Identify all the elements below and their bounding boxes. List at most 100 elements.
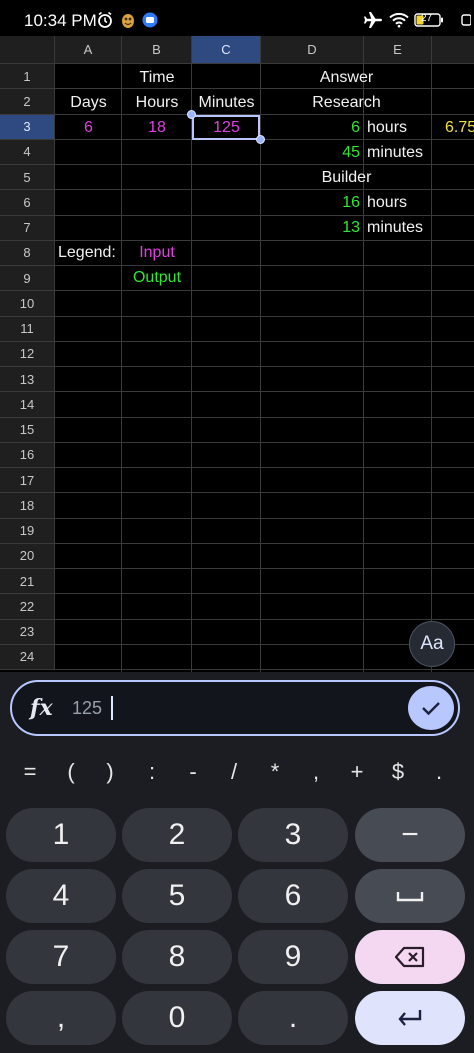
cell-builder-minutes-unit[interactable]: minutes xyxy=(367,215,432,240)
row-gridline xyxy=(55,416,474,418)
column-header-f[interactable] xyxy=(432,36,474,64)
cell-builder-hours-unit[interactable]: hours xyxy=(367,190,432,215)
cell-research-label[interactable]: Research xyxy=(261,90,432,115)
row-header-4[interactable]: 4 xyxy=(0,139,55,165)
key-8[interactable]: 8 xyxy=(122,930,232,984)
key-4[interactable]: 4 xyxy=(6,869,116,923)
key-3[interactable]: 3 xyxy=(238,808,348,862)
status-more-icon xyxy=(458,10,474,30)
spreadsheet-grid[interactable]: A B C D E 1 2 3 4 5 6 7 8 9 10 11 12 13 14 15 16 17 18 19 2… xyxy=(0,36,474,672)
row-header-22[interactable]: 22 xyxy=(0,594,55,620)
row-header-12[interactable]: 12 xyxy=(0,341,55,367)
formula-bar[interactable]: fx 125 xyxy=(10,680,460,736)
cell-answer-header[interactable]: Answer xyxy=(261,65,432,90)
key-0[interactable]: 0 xyxy=(122,991,232,1045)
key-5[interactable]: 5 xyxy=(122,869,232,923)
cell-research-minutes[interactable]: 45 xyxy=(261,140,360,165)
row-header-17[interactable]: 17 xyxy=(0,468,55,494)
row-header-16[interactable]: 16 xyxy=(0,442,55,468)
row-header-20[interactable]: 20 xyxy=(0,543,55,569)
row-header-19[interactable]: 19 xyxy=(0,518,55,544)
enter-icon xyxy=(398,1010,422,1026)
cell-builder-hours[interactable]: 16 xyxy=(261,190,360,215)
symbol-key-open-paren[interactable]: ( xyxy=(54,754,88,790)
row-header-15[interactable]: 15 xyxy=(0,417,55,443)
symbol-key-equals[interactable]: = xyxy=(13,754,47,790)
text-format-button[interactable]: Aa xyxy=(409,621,455,667)
key-7[interactable]: 7 xyxy=(6,930,116,984)
row-header-14[interactable]: 14 xyxy=(0,392,55,418)
cell-legend-output[interactable]: Output xyxy=(122,265,192,290)
cell-builder-label[interactable]: Builder xyxy=(261,165,432,190)
row-header-9[interactable]: 9 xyxy=(0,266,55,292)
row-header-5[interactable]: 5 xyxy=(0,165,55,191)
row-gridline xyxy=(55,340,474,342)
symbol-key-period[interactable]: . xyxy=(422,754,456,790)
row-gridline xyxy=(55,467,474,468)
formula-input[interactable]: 125 xyxy=(72,698,102,719)
row-header-23[interactable]: 23 xyxy=(0,619,55,645)
key-comma[interactable]: , xyxy=(6,991,116,1045)
column-header-c[interactable]: C xyxy=(192,36,261,64)
row-gridline xyxy=(55,593,474,595)
check-icon xyxy=(422,702,440,716)
cell-time-header[interactable]: Time xyxy=(122,65,192,90)
row-header-1[interactable]: 1 xyxy=(0,64,55,90)
row-header-24[interactable]: 24 xyxy=(0,644,55,670)
key-enter[interactable] xyxy=(355,991,465,1045)
symbol-key-asterisk[interactable]: * xyxy=(258,754,292,790)
row-header-21[interactable]: 21 xyxy=(0,569,55,595)
symbol-key-close-paren[interactable]: ) xyxy=(93,754,127,790)
row-gridline xyxy=(55,618,474,620)
cell-builder-minutes[interactable]: 13 xyxy=(261,215,360,240)
row-header-6[interactable]: 6 xyxy=(0,190,55,216)
cell-research-hours[interactable]: 6 xyxy=(261,115,360,140)
notification-app-icon xyxy=(119,10,137,30)
cell-research-hours-unit[interactable]: hours xyxy=(367,115,432,140)
row-header-7[interactable]: 7 xyxy=(0,215,55,241)
cell-hours-input[interactable]: 18 xyxy=(122,115,192,140)
row-header-10[interactable]: 10 xyxy=(0,291,55,317)
column-header-a[interactable]: A xyxy=(55,36,122,64)
column-header-b[interactable]: B xyxy=(122,36,192,64)
symbol-key-comma[interactable]: , xyxy=(299,754,333,790)
key-1[interactable]: 1 xyxy=(6,808,116,862)
confirm-button[interactable] xyxy=(408,686,454,730)
key-space[interactable] xyxy=(355,869,465,923)
symbol-key-slash[interactable]: / xyxy=(217,754,251,790)
cell-legend-input[interactable]: Input xyxy=(122,240,192,265)
selection-handle-bottom-right[interactable] xyxy=(256,135,265,144)
column-header-d[interactable]: D xyxy=(261,36,364,64)
row-header-3[interactable]: 3 xyxy=(0,114,55,140)
row-header-13[interactable]: 13 xyxy=(0,367,55,393)
cell-days-input[interactable]: 6 xyxy=(55,115,122,140)
row-header-18[interactable]: 18 xyxy=(0,493,55,519)
text-caret xyxy=(111,696,113,720)
selected-cell-outline xyxy=(192,115,260,140)
symbol-key-colon[interactable]: : xyxy=(135,754,169,790)
cell-research-extra[interactable]: 6.75 xyxy=(445,115,474,140)
cell-legend-label[interactable]: Legend: xyxy=(58,240,122,265)
row-header-11[interactable]: 11 xyxy=(0,316,55,342)
column-header-e[interactable]: E xyxy=(364,36,432,64)
key-dot[interactable]: . xyxy=(238,991,348,1045)
symbol-key-plus[interactable]: + xyxy=(340,754,374,790)
key-6[interactable]: 6 xyxy=(238,869,348,923)
cell-research-minutes-unit[interactable]: minutes xyxy=(367,140,432,165)
key-minus[interactable]: − xyxy=(355,808,465,862)
row-header-2[interactable]: 2 xyxy=(0,89,55,115)
cell-minutes-label[interactable]: Minutes xyxy=(192,90,261,115)
symbol-key-dollar[interactable]: $ xyxy=(381,754,415,790)
cell-days-label[interactable]: Days xyxy=(55,90,122,115)
row-header-8[interactable]: 8 xyxy=(0,240,55,266)
key-2[interactable]: 2 xyxy=(122,808,232,862)
cell-hours-label[interactable]: Hours xyxy=(122,90,192,115)
symbol-key-minus[interactable]: - xyxy=(176,754,210,790)
key-9[interactable]: 9 xyxy=(238,930,348,984)
key-backspace[interactable] xyxy=(355,930,465,984)
alarm-icon xyxy=(96,10,114,30)
select-all-corner[interactable] xyxy=(0,36,55,64)
status-time: 10:34 PM xyxy=(24,11,97,30)
selection-handle-top-left[interactable] xyxy=(187,110,196,119)
input-panel: fx 125 = ( ) : - / * , + $ . 1 2 3 − 4 5… xyxy=(0,672,474,1053)
